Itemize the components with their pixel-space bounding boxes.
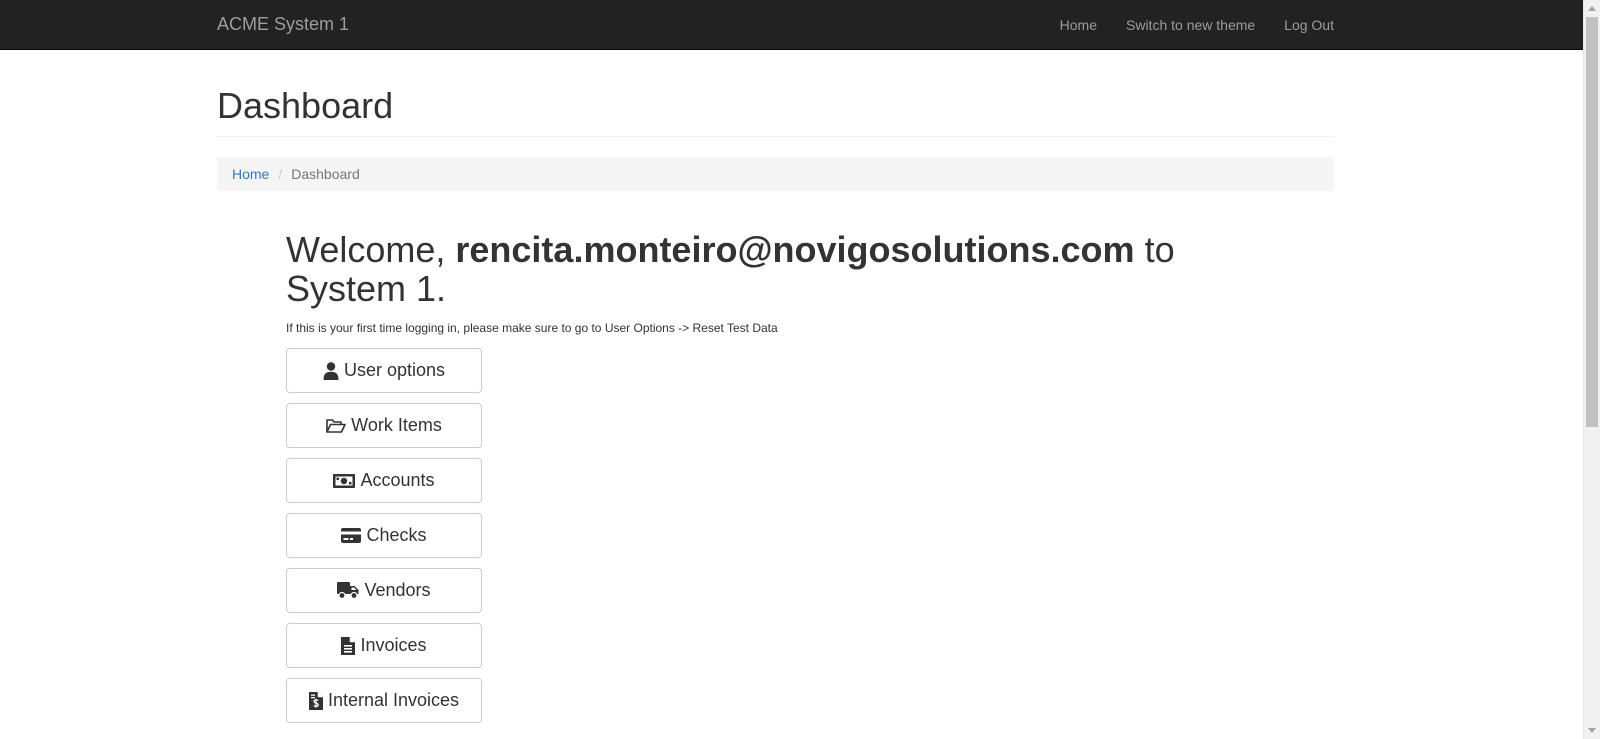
first-login-hint: If this is your first time logging in, p… xyxy=(286,321,778,335)
file-text-icon xyxy=(341,636,356,655)
user-icon xyxy=(323,361,339,380)
scroll-down-arrow-icon[interactable] xyxy=(1588,728,1596,733)
top-navbar: ACME System 1 Home Switch to new theme L… xyxy=(0,0,1583,50)
checks-label: Checks xyxy=(366,525,427,545)
accounts-label: Accounts xyxy=(360,470,435,490)
nav-home-link[interactable]: Home xyxy=(1060,15,1097,35)
page-header: Dashboard xyxy=(217,86,1334,137)
breadcrumb: Home / Dashboard xyxy=(217,157,1334,191)
accounts-button[interactable]: Accounts xyxy=(286,458,482,503)
user-options-label: User options xyxy=(343,360,446,380)
nav-switch-theme-link[interactable]: Switch to new theme xyxy=(1126,15,1255,35)
page-title: Dashboard xyxy=(217,85,394,126)
brand-link[interactable]: ACME System 1 xyxy=(217,14,349,34)
page-scrollbar[interactable] xyxy=(1583,0,1600,739)
vendors-label: Vendors xyxy=(364,580,431,600)
welcome-prefix: Welcome, xyxy=(286,229,456,270)
scroll-thumb[interactable] xyxy=(1586,17,1598,427)
nav-links: Home Switch to new theme Log Out xyxy=(1060,0,1334,50)
scroll-up-arrow-icon[interactable] xyxy=(1588,6,1596,11)
invoices-label: Invoices xyxy=(360,635,427,655)
user-options-button[interactable]: User options xyxy=(286,348,482,393)
breadcrumb-separator: / xyxy=(278,166,283,182)
nav-logout-link[interactable]: Log Out xyxy=(1284,15,1334,35)
breadcrumb-home-link[interactable]: Home xyxy=(232,166,269,182)
internal-invoices-button[interactable]: Internal Invoices xyxy=(286,678,482,723)
money-icon xyxy=(333,473,356,488)
internal-invoices-label: Internal Invoices xyxy=(327,690,460,710)
folder-open-icon xyxy=(326,418,346,434)
work-items-label: Work Items xyxy=(351,415,442,435)
welcome-heading: Welcome, rencita.monteiro@novigosolution… xyxy=(286,230,1286,308)
breadcrumb-current: Dashboard xyxy=(291,166,360,182)
credit-card-icon xyxy=(341,528,362,543)
vendors-button[interactable]: Vendors xyxy=(286,568,482,613)
invoices-button[interactable]: Invoices xyxy=(286,623,482,668)
welcome-email: rencita.monteiro@novigosolutions.com xyxy=(455,229,1135,270)
dashboard-menu: User options Work Items Accounts Checks … xyxy=(286,348,482,733)
checks-button[interactable]: Checks xyxy=(286,513,482,558)
file-invoice-dollar-icon xyxy=(308,691,323,710)
work-items-button[interactable]: Work Items xyxy=(286,403,482,448)
truck-icon xyxy=(337,582,359,599)
